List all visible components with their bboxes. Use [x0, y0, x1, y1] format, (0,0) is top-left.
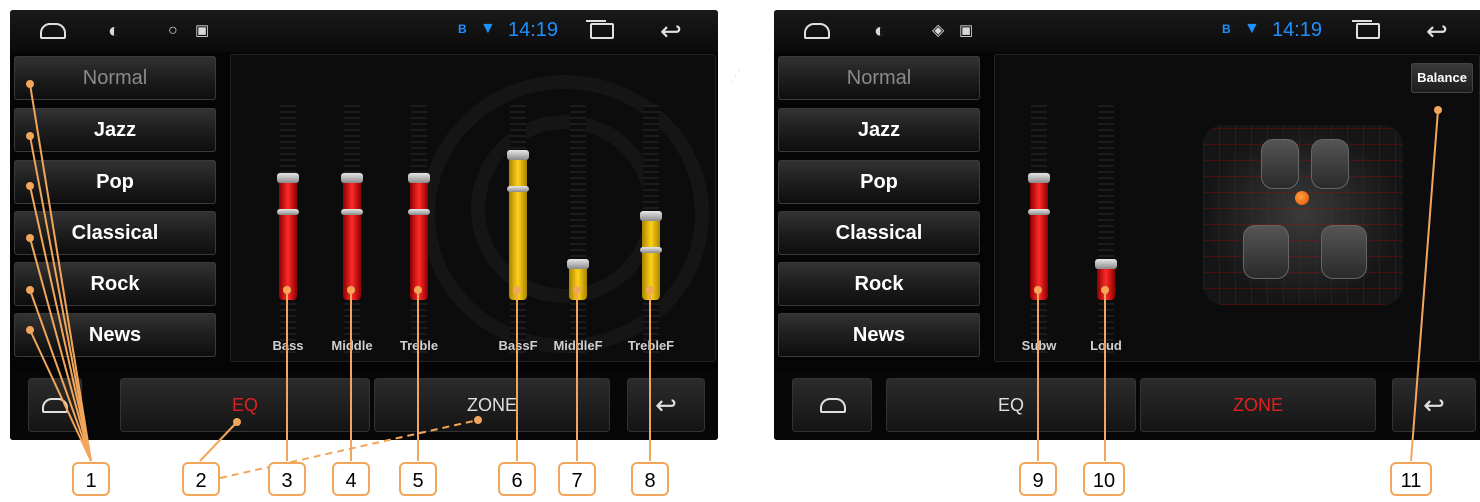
seat-front-left	[1261, 139, 1299, 189]
slider-fill-bass	[279, 175, 297, 300]
slider-label-middle: Middle	[331, 338, 373, 353]
back-button[interactable]: ↩	[627, 378, 705, 432]
home-icon[interactable]	[804, 23, 830, 39]
tab-zone[interactable]: ZONE	[1140, 378, 1376, 432]
callout-7: 7	[558, 462, 596, 496]
callout-10: 10	[1083, 462, 1125, 496]
slider-knob-treblef[interactable]	[640, 211, 662, 221]
picture-icon: ▣	[195, 22, 210, 39]
callout-2: 2	[182, 462, 220, 496]
brightness-icon[interactable]: ◐	[108, 20, 120, 42]
slider-track[interactable]	[570, 105, 586, 355]
slider-fill-treblef	[642, 213, 660, 300]
zone-panel: Balance Subw Loud	[994, 54, 1480, 362]
preset-normal[interactable]: Normal	[14, 56, 216, 100]
slider-handle-mark	[408, 209, 430, 215]
home-icon	[820, 398, 846, 413]
slider-label-treble: Treble	[399, 338, 439, 353]
preset-rock[interactable]: Rock	[778, 262, 980, 306]
slider-label-treblef: TrebleF	[627, 338, 675, 353]
wifi-icon: ▼	[480, 20, 496, 37]
callout-9: 9	[1019, 462, 1057, 496]
clock: 14:19	[508, 19, 559, 41]
slider-track[interactable]	[1098, 105, 1114, 355]
slider-knob-middlef[interactable]	[567, 258, 589, 269]
callout-1: 1	[72, 462, 110, 496]
slider-label-subw: Subw	[1021, 338, 1057, 353]
callout-5: 5	[399, 462, 437, 496]
status-bar: ◐ ○ ▣ B ▼ 14:19 ↩	[10, 10, 718, 52]
gps-icon: ◈	[932, 22, 945, 39]
slider-fill-middle	[343, 175, 361, 300]
watermark: · · ·	[726, 65, 746, 87]
slider-fill-bassf	[509, 152, 527, 300]
slider-label-middlef: MiddleF	[553, 338, 603, 353]
back-button[interactable]: ↩	[1392, 378, 1476, 432]
zone-screen: ◐ ◈ ▣ B ▼ 14:19 ↩ Normal Jazz Pop Classi…	[774, 10, 1480, 440]
slider-fill-treble	[410, 175, 428, 300]
tab-eq[interactable]: EQ	[120, 378, 370, 432]
slider-knob-treble[interactable]	[408, 173, 430, 183]
balance-button[interactable]: Balance	[1411, 63, 1473, 93]
bottom-bar: EQ ZONE ↩	[10, 373, 718, 440]
bluetooth-icon: B	[458, 22, 467, 36]
gps-icon: ○	[168, 22, 178, 39]
preset-jazz[interactable]: Jazz	[778, 108, 980, 152]
slider-handle-mark	[341, 209, 363, 215]
seat-rear-left	[1243, 225, 1289, 279]
callout-8: 8	[631, 462, 669, 496]
slider-fill-subw	[1030, 175, 1048, 300]
status-bar: ◐ ◈ ▣ B ▼ 14:19 ↩	[774, 10, 1480, 52]
preset-classical[interactable]: Classical	[778, 211, 980, 255]
slider-label-loud: Loud	[1090, 338, 1122, 353]
callout-6: 6	[498, 462, 536, 496]
slider-knob-loud[interactable]	[1095, 258, 1117, 269]
preset-pop[interactable]: Pop	[778, 160, 980, 204]
slider-handle-mark	[507, 186, 529, 193]
back-icon: ↩	[1423, 390, 1445, 420]
slider-knob-subw[interactable]	[1028, 173, 1050, 183]
eq-slider-panel: Bass Middle Treble BassF MiddleF TrebleF	[230, 54, 716, 362]
eq-screen: ◐ ○ ▣ B ▼ 14:19 ↩ Normal Jazz Pop Classi…	[10, 10, 718, 440]
back-icon: ↩	[655, 390, 677, 420]
slider-handle-mark	[277, 209, 299, 215]
preset-normal[interactable]: Normal	[778, 56, 980, 100]
balance-point[interactable]	[1295, 191, 1309, 205]
home-button[interactable]	[792, 378, 872, 432]
clock: 14:19	[1272, 19, 1323, 41]
recent-apps-icon[interactable]	[1352, 20, 1380, 39]
home-icon	[42, 398, 68, 413]
bottom-bar: EQ ZONE ↩	[774, 373, 1480, 440]
back-icon[interactable]: ↩	[660, 16, 682, 47]
wifi-icon: ▼	[1244, 20, 1260, 37]
tab-zone[interactable]: ZONE	[374, 378, 610, 432]
home-icon[interactable]	[40, 23, 66, 39]
slider-knob-bassf[interactable]	[507, 150, 529, 161]
preset-jazz[interactable]: Jazz	[14, 108, 216, 152]
preset-classical[interactable]: Classical	[14, 211, 216, 255]
slider-handle-mark	[1028, 209, 1050, 215]
slider-knob-bass[interactable]	[277, 173, 299, 183]
preset-news[interactable]: News	[14, 313, 216, 357]
seat-rear-right	[1321, 225, 1367, 279]
picture-icon: ▣	[959, 22, 974, 39]
seat-front-right	[1311, 139, 1349, 189]
callout-11: 11	[1390, 462, 1432, 496]
preset-rock[interactable]: Rock	[14, 262, 216, 306]
balance-car-grid[interactable]	[1203, 125, 1403, 305]
tab-eq[interactable]: EQ	[886, 378, 1136, 432]
callout-4: 4	[332, 462, 370, 496]
background-swirl-inner	[471, 115, 659, 303]
bluetooth-icon: B	[1222, 22, 1231, 36]
slider-handle-mark	[640, 247, 662, 253]
preset-news[interactable]: News	[778, 313, 980, 357]
slider-knob-middle[interactable]	[341, 173, 363, 183]
brightness-icon[interactable]: ◐	[874, 20, 886, 42]
recent-apps-icon[interactable]	[586, 20, 614, 39]
callout-3: 3	[268, 462, 306, 496]
preset-pop[interactable]: Pop	[14, 160, 216, 204]
slider-label-bass: Bass	[272, 338, 304, 353]
home-button[interactable]	[28, 378, 82, 432]
back-icon[interactable]: ↩	[1426, 16, 1448, 47]
